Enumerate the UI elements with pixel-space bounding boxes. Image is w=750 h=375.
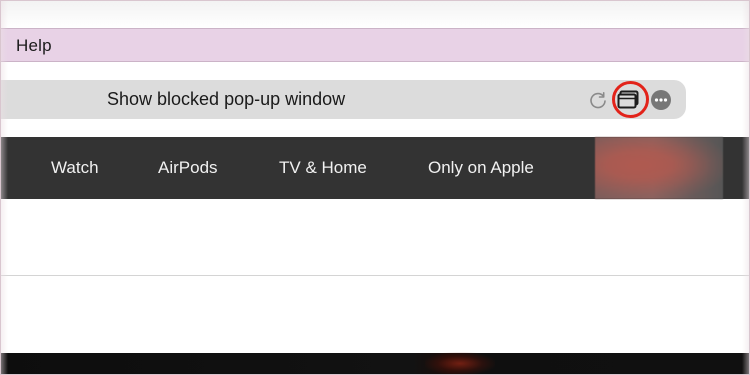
- nav-item-only-on-apple[interactable]: Only on Apple: [428, 158, 534, 178]
- show-blocked-popup-window-icon[interactable]: [617, 89, 641, 109]
- reload-icon[interactable]: [588, 90, 608, 110]
- address-bar-status-text: Show blocked pop-up window: [107, 89, 346, 109]
- nav-item-airpods[interactable]: AirPods: [158, 158, 218, 178]
- top-browser-strip: [0, 0, 750, 28]
- more-icon[interactable]: [650, 89, 672, 111]
- nav-item-tv-home[interactable]: TV & Home: [279, 158, 367, 178]
- nav-item-watch[interactable]: Watch: [51, 158, 99, 178]
- bottom-content-glow: [425, 352, 495, 375]
- bottom-content-strip: [0, 353, 750, 375]
- address-bar[interactable]: Show blocked pop-up window: [0, 80, 686, 119]
- content-divider: [0, 275, 750, 276]
- menu-bar: Help: [0, 28, 750, 62]
- menu-item-help[interactable]: Help: [16, 36, 52, 56]
- site-navigation-bar: Watch AirPods TV & Home Only on Apple: [0, 137, 750, 199]
- blurred-nav-item: [595, 137, 723, 199]
